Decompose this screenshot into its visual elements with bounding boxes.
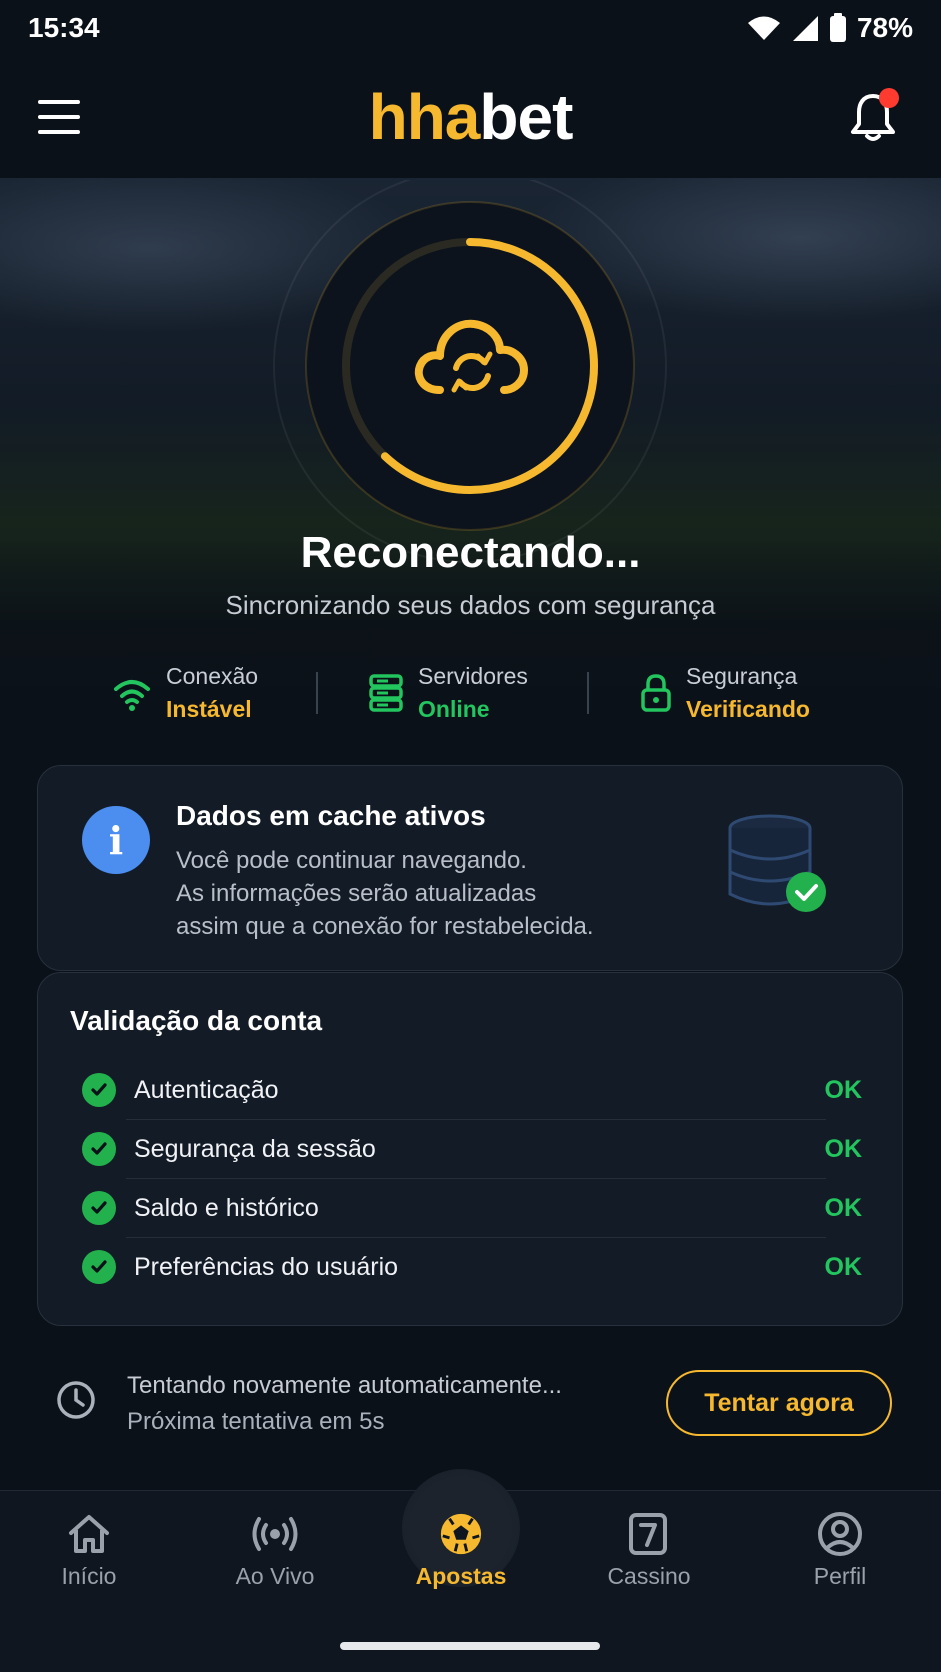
validation-status: OK bbox=[824, 1252, 863, 1281]
cache-card-title: Dados em cache ativos bbox=[176, 800, 486, 831]
signal-icon bbox=[792, 16, 818, 41]
check-icon bbox=[82, 1250, 116, 1284]
check-icon bbox=[82, 1132, 116, 1166]
status-bar: 15:34 78% bbox=[0, 0, 941, 56]
cloud-sync-icon bbox=[414, 319, 528, 394]
status-icons: 78% bbox=[747, 12, 913, 44]
validation-status: OK bbox=[824, 1193, 863, 1222]
validation-title: Validação da conta bbox=[70, 1005, 323, 1036]
database-check-icon bbox=[728, 814, 826, 912]
nav-label: Cassino bbox=[607, 1563, 691, 1589]
status-divider bbox=[316, 672, 318, 714]
app-header: hhabet bbox=[0, 56, 941, 178]
validation-row: Preferências do usuário OK bbox=[82, 1238, 862, 1296]
validation-status: OK bbox=[824, 1075, 863, 1104]
check-icon bbox=[82, 1073, 116, 1107]
reconnecting-title: Reconectando... bbox=[300, 528, 641, 577]
status-security-label: Segurança bbox=[686, 663, 798, 689]
status-divider bbox=[587, 672, 589, 714]
nav-item-cassino[interactable]: Cassino bbox=[574, 1511, 724, 1590]
nav-label: Perfil bbox=[813, 1563, 867, 1589]
account-validation-card: Validação da conta Autenticação OK Segur… bbox=[37, 972, 903, 1326]
validation-label: Segurança da sessão bbox=[134, 1134, 376, 1163]
nav-item-apostas[interactable]: Apostas bbox=[386, 1511, 536, 1590]
wifi-icon bbox=[114, 680, 150, 711]
battery-icon bbox=[829, 13, 846, 42]
validation-row: Segurança da sessão OK bbox=[82, 1120, 862, 1178]
info-icon: i bbox=[82, 806, 150, 874]
status-connection: Conexão Instável bbox=[112, 660, 258, 726]
nav-label: Início bbox=[61, 1563, 117, 1589]
check-icon bbox=[82, 1191, 116, 1225]
profile-icon bbox=[818, 1512, 862, 1556]
validation-row: Autenticação OK bbox=[82, 1061, 862, 1119]
soccer-ball-icon bbox=[440, 1513, 482, 1555]
home-indicator[interactable] bbox=[340, 1642, 600, 1650]
nav-item-perfil[interactable]: Perfil bbox=[765, 1511, 915, 1590]
validation-label: Autenticação bbox=[134, 1075, 279, 1104]
slot-seven-icon bbox=[629, 1513, 667, 1555]
status-servers-label: Servidores bbox=[418, 663, 528, 689]
reconnecting-subtitle: Sincronizando seus dados com segurança bbox=[225, 590, 716, 620]
validation-row: Saldo e histórico OK bbox=[82, 1179, 862, 1237]
retry-now-button[interactable]: Tentar agora bbox=[666, 1370, 892, 1436]
connection-status-row: Conexão Instável Servidores Online Segur… bbox=[0, 660, 941, 730]
lock-icon bbox=[641, 674, 671, 712]
nav-item-ao-vivo[interactable]: Ao Vivo bbox=[200, 1511, 350, 1590]
wifi-status-icon bbox=[747, 16, 780, 40]
retry-section: Tentando novamente automaticamente... Pr… bbox=[0, 1360, 941, 1450]
status-time: 15:34 bbox=[28, 12, 100, 43]
validation-label: Saldo e histórico bbox=[134, 1193, 319, 1222]
status-servers-value: Online bbox=[418, 696, 490, 722]
validation-status: OK bbox=[824, 1134, 863, 1163]
notification-dot bbox=[879, 88, 899, 108]
live-icon bbox=[252, 1517, 298, 1551]
status-security-value: Verificando bbox=[686, 696, 810, 722]
server-icon bbox=[369, 674, 403, 712]
nav-label: Ao Vivo bbox=[235, 1563, 315, 1589]
status-connection-label: Conexão bbox=[166, 663, 259, 689]
validation-label: Preferências do usuário bbox=[134, 1252, 399, 1281]
home-icon bbox=[69, 1515, 109, 1553]
status-connection-value: Instável bbox=[166, 696, 252, 722]
nav-label: Apostas bbox=[415, 1563, 507, 1589]
hamburger-menu-icon[interactable] bbox=[38, 100, 80, 134]
retry-countdown: Próxima tentativa em 5s bbox=[127, 1408, 385, 1435]
cache-info-card: i Dados em cache ativos Você pode contin… bbox=[37, 765, 903, 971]
clock-icon bbox=[57, 1381, 95, 1419]
brand-logo: hhabet bbox=[368, 81, 574, 153]
status-servers: Servidores Online bbox=[368, 660, 528, 726]
battery-percent: 78% bbox=[856, 12, 913, 43]
notification-button[interactable] bbox=[849, 88, 899, 142]
nav-item-inicio[interactable]: Início bbox=[14, 1511, 164, 1590]
retry-message: Tentando novamente automaticamente... bbox=[127, 1372, 562, 1399]
cache-card-text: Você pode continuar navegando. As inform… bbox=[176, 847, 594, 940]
status-security: Segurança Verificando bbox=[640, 660, 810, 726]
